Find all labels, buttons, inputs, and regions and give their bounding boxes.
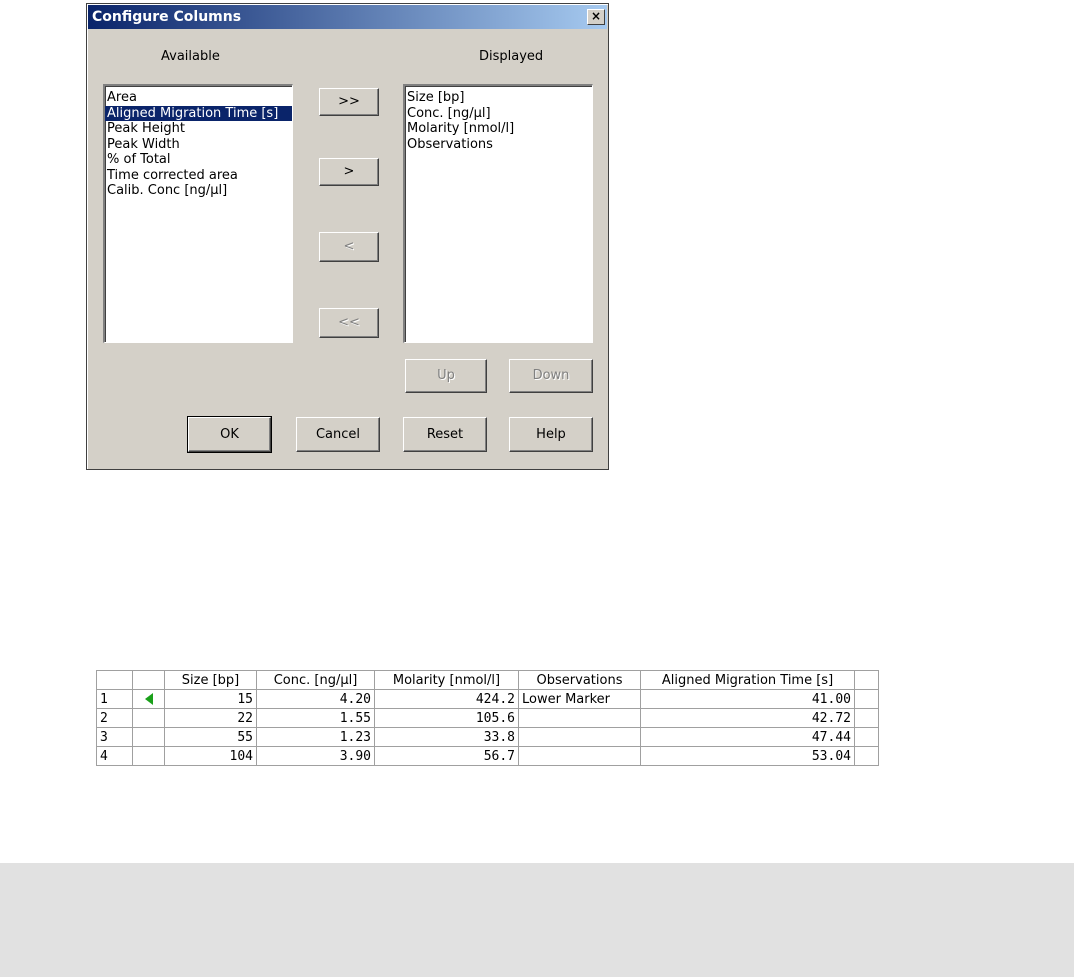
row-number-cell[interactable]: 2 [96,708,133,728]
header-extra[interactable] [854,670,879,690]
displayed-item[interactable]: Observations [405,137,592,153]
observations-cell[interactable] [518,746,641,766]
available-item[interactable]: Time corrected area [105,168,292,184]
marker-cell[interactable] [132,708,165,728]
displayed-item[interactable]: Size [bp] [405,90,592,106]
header-conc[interactable]: Conc. [ng/µl] [256,670,375,690]
bottom-band [0,863,1074,977]
header-marker[interactable] [132,670,165,690]
displayed-listbox[interactable]: Size [bp] Conc. [ng/µl] Molarity [nmol/l] O… [403,84,593,343]
table-row[interactable]: 1 15 4.20 424.2 Lower Marker 41.00 [96,689,879,709]
available-item[interactable]: Peak Width [105,137,292,153]
header-observations[interactable]: Observations [518,670,641,690]
add-button[interactable]: > [319,158,379,186]
header-molarity[interactable]: Molarity [nmol/l] [374,670,519,690]
available-item[interactable]: Calib. Conc [ng/µl] [105,183,292,199]
observations-cell[interactable]: Lower Marker [518,689,641,709]
conc-cell[interactable]: 1.23 [256,727,375,747]
aligned-migration-time-cell[interactable]: 47.44 [640,727,855,747]
extra-cell[interactable] [854,708,879,728]
remove-all-button[interactable]: << [319,308,379,338]
add-all-button[interactable]: >> [319,88,379,116]
table-header-row: Size [bp] Conc. [ng/µl] Molarity [nmol/l… [96,670,879,690]
row-number-cell[interactable]: 3 [96,727,133,747]
displayed-label: Displayed [479,49,544,64]
dialog-title: Configure Columns [92,9,242,25]
up-button[interactable]: Up [405,359,487,393]
conc-cell[interactable]: 1.55 [256,708,375,728]
row-number-cell[interactable]: 4 [96,746,133,766]
close-icon[interactable]: × [587,9,605,25]
results-table: Size [bp] Conc. [ng/µl] Molarity [nmol/l… [96,670,879,766]
molarity-cell[interactable]: 33.8 [374,727,519,747]
help-button[interactable]: Help [509,417,593,452]
marker-cell[interactable] [132,689,165,709]
table-row[interactable]: 2 22 1.55 105.6 42.72 [96,708,879,728]
available-item[interactable]: Aligned Migration Time [s] [105,104,292,122]
available-item[interactable]: Peak Height [105,121,292,137]
extra-cell[interactable] [854,746,879,766]
down-button[interactable]: Down [509,359,593,393]
observations-cell[interactable] [518,708,641,728]
size-cell[interactable]: 55 [164,727,257,747]
marker-cell[interactable] [132,727,165,747]
displayed-item[interactable]: Conc. [ng/µl] [405,106,592,122]
configure-columns-dialog: Configure Columns × Available Displayed … [86,3,609,470]
size-cell[interactable]: 22 [164,708,257,728]
cancel-button[interactable]: Cancel [296,417,380,452]
aligned-migration-time-cell[interactable]: 42.72 [640,708,855,728]
available-item[interactable]: Area [105,90,292,106]
header-rownum[interactable] [96,670,133,690]
header-size[interactable]: Size [bp] [164,670,257,690]
size-cell[interactable]: 104 [164,746,257,766]
available-listbox[interactable]: Area Aligned Migration Time [s] Peak Heigh… [103,84,293,343]
extra-cell[interactable] [854,689,879,709]
remove-button[interactable]: < [319,232,379,262]
observations-cell[interactable] [518,727,641,747]
size-cell[interactable]: 15 [164,689,257,709]
available-label: Available [161,49,220,64]
reset-button[interactable]: Reset [403,417,487,452]
aligned-migration-time-cell[interactable]: 53.04 [640,746,855,766]
header-aligned-migration-time[interactable]: Aligned Migration Time [s] [640,670,855,690]
row-number-cell[interactable]: 1 [96,689,133,709]
marker-flag-icon [144,693,153,705]
marker-cell[interactable] [132,746,165,766]
molarity-cell[interactable]: 424.2 [374,689,519,709]
dialog-titlebar[interactable]: Configure Columns × [88,5,607,29]
table-row[interactable]: 4 104 3.90 56.7 53.04 [96,746,879,766]
aligned-migration-time-cell[interactable]: 41.00 [640,689,855,709]
extra-cell[interactable] [854,727,879,747]
available-item[interactable]: % of Total [105,152,292,168]
conc-cell[interactable]: 3.90 [256,746,375,766]
molarity-cell[interactable]: 56.7 [374,746,519,766]
displayed-item[interactable]: Molarity [nmol/l] [405,121,592,137]
table-row[interactable]: 3 55 1.23 33.8 47.44 [96,727,879,747]
conc-cell[interactable]: 4.20 [256,689,375,709]
molarity-cell[interactable]: 105.6 [374,708,519,728]
ok-button[interactable]: OK [187,416,272,453]
